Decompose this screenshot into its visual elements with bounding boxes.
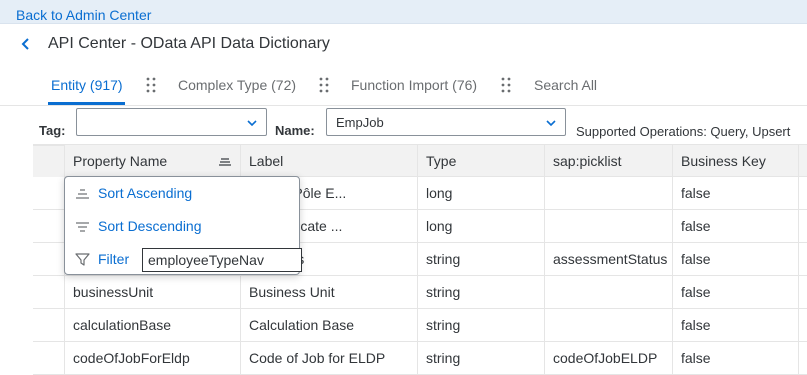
cell-type: string	[417, 342, 544, 374]
drag-handle-icon[interactable]	[500, 76, 512, 94]
name-label: Name:	[275, 123, 315, 138]
cell-property-name: businessUnit	[64, 276, 240, 308]
row-selector[interactable]	[33, 309, 64, 341]
cell-business-key: false	[672, 309, 798, 341]
drag-handle-icon[interactable]	[318, 76, 330, 94]
table-row[interactable]: calculationBase Calculation Base string …	[33, 309, 807, 342]
cell-business-key: false	[672, 342, 798, 374]
cell-picklist: codeOfJobELDP	[544, 342, 672, 374]
row-selector-header	[33, 145, 64, 178]
top-bar: Back to Admin Center	[0, 0, 807, 24]
sort-descending-icon	[76, 222, 89, 232]
tab-search-all[interactable]: Search All	[534, 77, 597, 93]
supported-operations-text: Supported Operations: Query, Upsert	[576, 124, 791, 139]
cell-business-key: false	[672, 210, 798, 242]
cell-label: Business Unit	[240, 276, 417, 308]
active-tab-indicator	[48, 102, 125, 105]
chevron-down-icon	[247, 120, 257, 127]
cell-picklist	[544, 276, 672, 308]
cell-business-key: false	[672, 243, 798, 275]
column-header-property-name[interactable]: Property Name	[64, 145, 240, 177]
filter-icon	[75, 253, 90, 266]
tab-complex-type[interactable]: Complex Type (72)	[178, 77, 296, 93]
filter-label: Filter	[98, 251, 130, 267]
cell-picklist: assessmentStatus	[544, 243, 672, 275]
cell-business-key: false	[672, 177, 798, 209]
page-title: API Center - OData API Data Dictionary	[48, 35, 330, 52]
row-selector[interactable]	[33, 276, 64, 308]
sort-icon	[219, 158, 231, 166]
column-header-overflow	[798, 145, 807, 177]
row-selector[interactable]	[33, 342, 64, 374]
column-header-label: Business Key	[681, 153, 766, 169]
back-to-admin-center-link[interactable]: Back to Admin Center	[16, 7, 151, 23]
row-selector[interactable]	[33, 243, 64, 275]
filter-menu-item[interactable]: Filter	[65, 243, 302, 276]
tag-select[interactable]	[76, 108, 267, 136]
cell-property-name: calculationBase	[64, 309, 240, 341]
cell-type: string	[417, 276, 544, 308]
cell-overflow	[798, 276, 807, 308]
column-header-type[interactable]: Type	[417, 145, 544, 177]
sort-ascending-label: Sort Ascending	[98, 185, 193, 201]
sort-descending-menu-item[interactable]: Sort Descending	[65, 210, 299, 243]
cell-overflow	[798, 309, 807, 341]
table-row[interactable]: businessUnit Business Unit string false	[33, 276, 807, 309]
cell-type: long	[417, 210, 544, 242]
cell-label: Code of Job for ELDP	[240, 342, 417, 374]
filter-input[interactable]	[142, 248, 302, 272]
tab-entity[interactable]: Entity (917)	[51, 77, 123, 93]
row-selector[interactable]	[33, 177, 64, 209]
column-header-label: sap:picklist	[553, 153, 622, 169]
tab-function-import[interactable]: Function Import (76)	[351, 77, 477, 93]
column-header-label: Property Name	[73, 153, 168, 169]
column-menu-popover: Sort Ascending Sort Descending Filter	[64, 176, 302, 276]
cell-property-name: codeOfJobForEldp	[64, 342, 240, 374]
filter-toolbar: Tag: Name: EmpJob Supported Operations: …	[0, 106, 807, 144]
column-header-label: Label	[249, 153, 284, 169]
sort-ascending-menu-item[interactable]: Sort Ascending	[65, 177, 299, 210]
column-header-label: Type	[426, 153, 457, 169]
cell-type: string	[417, 309, 544, 341]
chevron-down-icon	[546, 120, 556, 127]
cell-overflow	[798, 243, 807, 275]
cell-overflow	[798, 342, 807, 374]
drag-handle-icon[interactable]	[145, 76, 157, 94]
cell-overflow	[798, 177, 807, 209]
cell-business-key: false	[672, 276, 798, 308]
cell-picklist	[544, 309, 672, 341]
tag-label: Tag:	[39, 123, 66, 138]
chevron-left-icon[interactable]	[16, 34, 36, 54]
title-bar: API Center - OData API Data Dictionary	[0, 24, 807, 64]
name-select[interactable]: EmpJob	[326, 108, 566, 136]
cell-label: Calculation Base	[240, 309, 417, 341]
cell-overflow	[798, 210, 807, 242]
table-row[interactable]: codeOfJobForEldp Code of Job for ELDP st…	[33, 342, 807, 375]
cell-picklist	[544, 177, 672, 209]
column-header-sap-picklist[interactable]: sap:picklist	[544, 145, 672, 177]
cell-type: long	[417, 177, 544, 209]
sort-ascending-icon	[76, 189, 89, 199]
cell-picklist	[544, 210, 672, 242]
name-select-value: EmpJob	[336, 115, 384, 130]
sort-descending-label: Sort Descending	[98, 218, 202, 234]
column-header-business-key[interactable]: Business Key	[672, 145, 798, 177]
column-header-label-col[interactable]: Label	[240, 145, 417, 177]
cell-type: string	[417, 243, 544, 275]
row-selector[interactable]	[33, 210, 64, 242]
tab-bar: Entity (917) Complex Type (72) Function …	[0, 64, 807, 106]
table-header-row: Property Name Label Type sap:picklist Bu…	[33, 144, 807, 178]
